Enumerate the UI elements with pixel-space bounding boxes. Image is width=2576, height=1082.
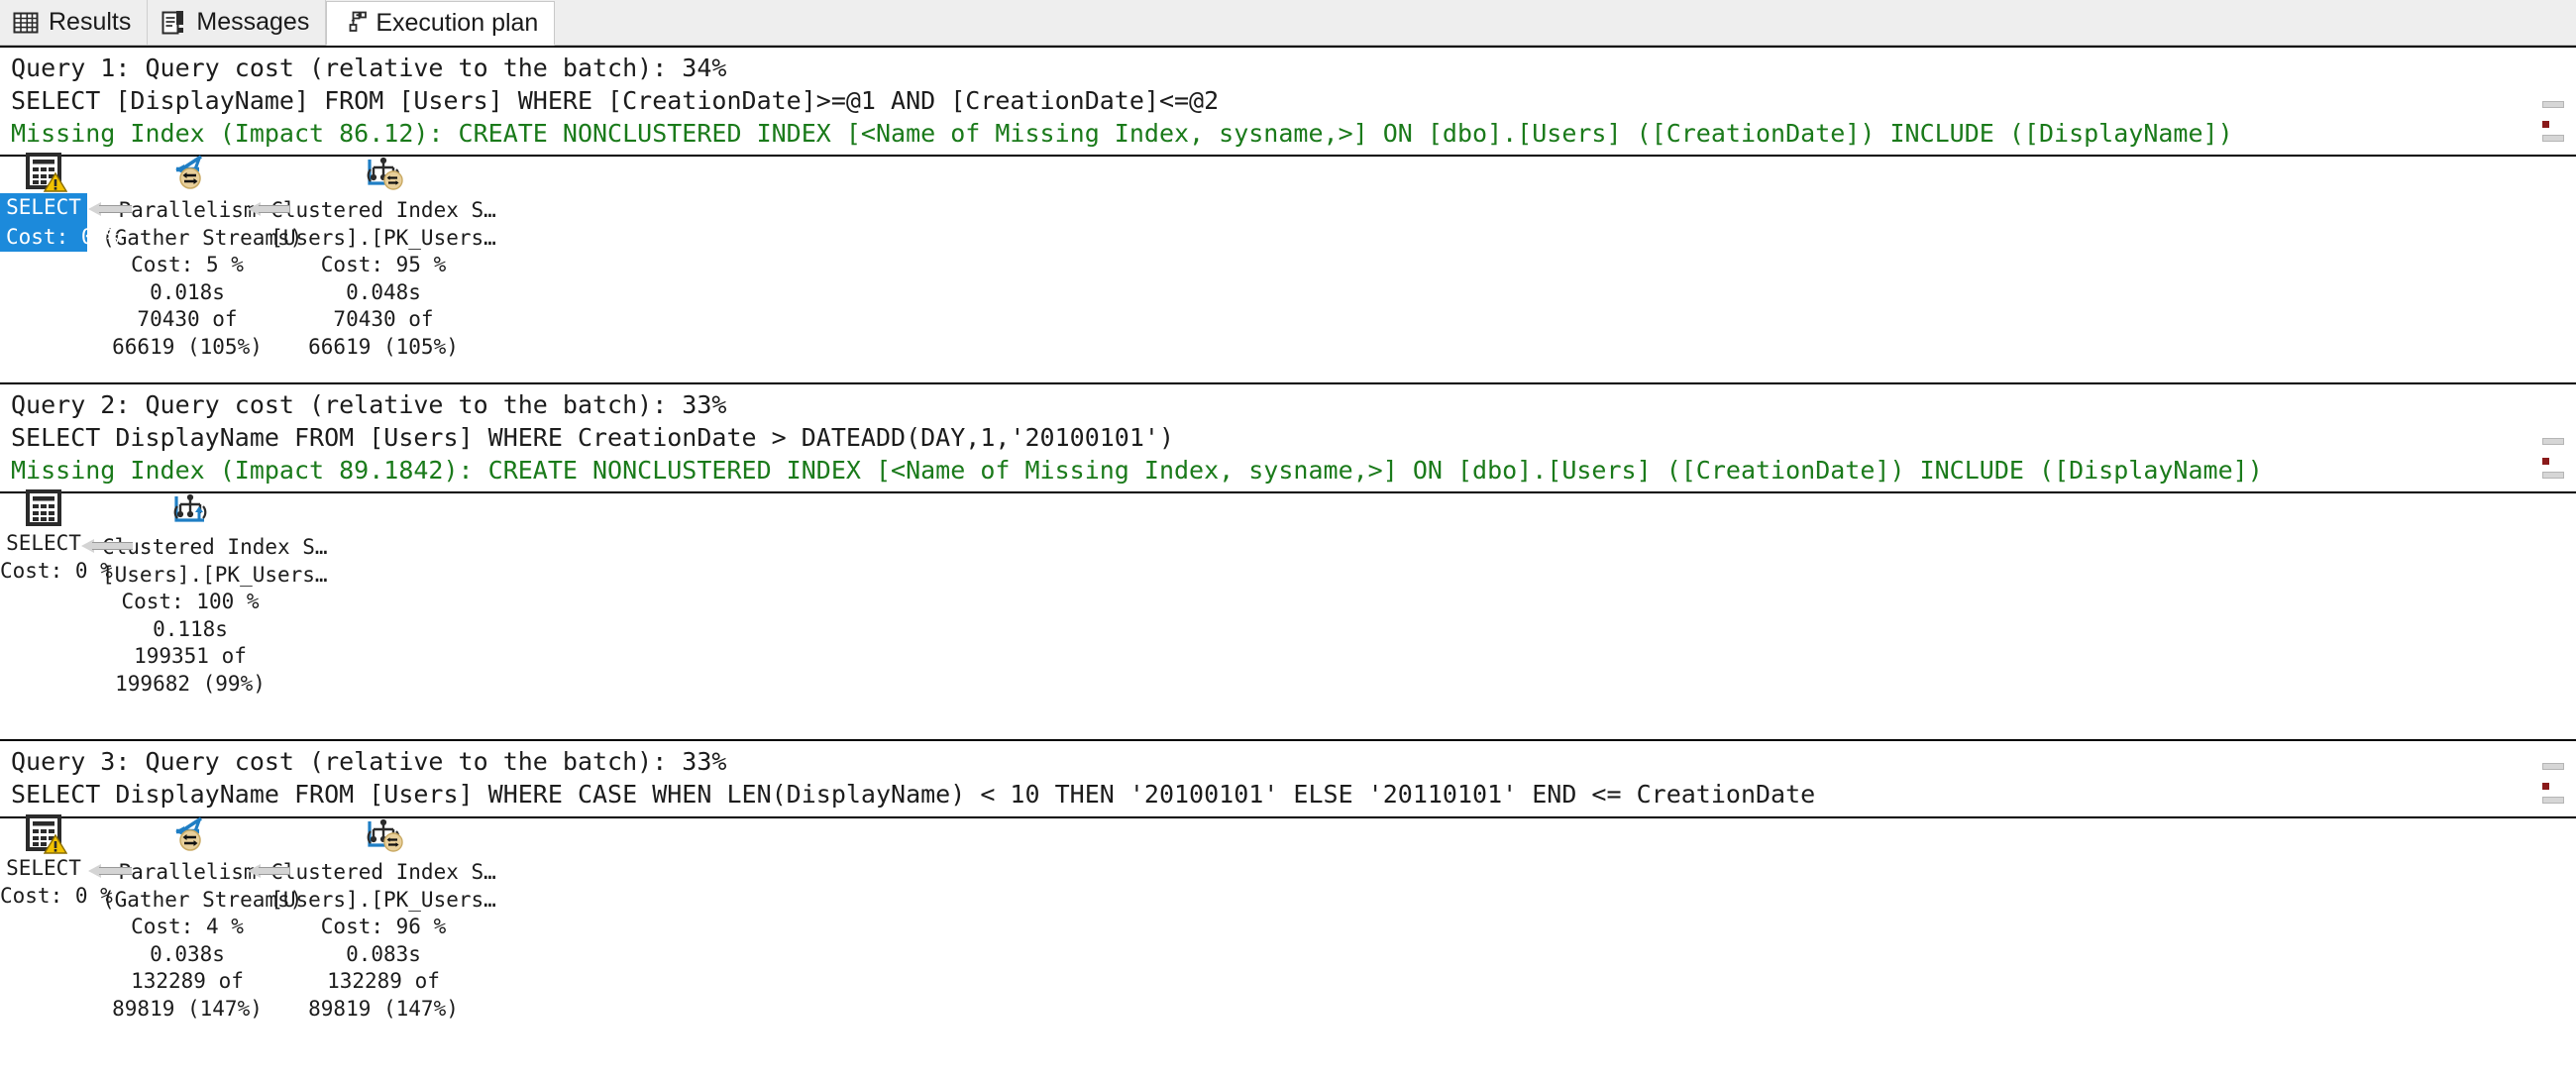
query-3-sql: SELECT DisplayName FROM [Users] WHERE CA… (11, 780, 1816, 809)
clustered-index-scan-rows-actual: 199351 of (134, 644, 247, 668)
clustered-index-scan-duration: 0.048s (346, 279, 421, 304)
parallelism-rows-actual: 132289 of (131, 969, 244, 993)
query-1-header: Query 1: Query cost (relative to the bat… (11, 54, 727, 82)
clustered-index-scan-cost: Cost: 96 % (320, 915, 447, 938)
clustered-index-scan-rows-actual: 70430 of (333, 307, 434, 331)
parallelism-cost: Cost: 4 % (131, 915, 244, 938)
select-label: SELECT (6, 856, 81, 880)
clustered-index-scan-parallel-icon (269, 812, 497, 859)
clustered-index-scan-rows-estimated: 199682 (99%) (115, 671, 266, 696)
clustered-index-scan-parallel-icon (269, 150, 497, 197)
truncation-mark (2542, 438, 2564, 445)
truncation-mark-error (2542, 458, 2549, 465)
tab-results[interactable]: Results (0, 0, 149, 45)
query-separator-top (0, 46, 2576, 48)
execution-plan-icon (339, 10, 368, 38)
query-3-plan-diagram: Clustered Index S… [Users].[PK_Users… Co… (0, 814, 2576, 1074)
result-grid-icon (22, 812, 67, 855)
truncation-mark (2542, 101, 2564, 108)
parallelism-line-2: (Gather Streams) (102, 887, 303, 912)
clustered-index-scan-line-2: [Users].[PK_Users… (270, 887, 496, 912)
clustered-index-scan-cost: Cost: 95 % (320, 253, 447, 276)
parallelism-rows-actual: 70430 of (137, 307, 238, 331)
parallelism-duration: 0.038s (150, 941, 225, 966)
truncation-mark (2542, 135, 2564, 142)
warning-icon (44, 171, 67, 192)
clustered-index-scan-cost: Cost: 100 % (121, 590, 260, 613)
truncation-mark-error (2542, 121, 2549, 128)
tab-messages[interactable]: Messages (148, 0, 327, 45)
query-1-plan-diagram: Clustered Index S… [Users].[PK_Users… Co… (0, 153, 2576, 412)
parallelism-gather-streams-icon (102, 150, 272, 197)
clustered-index-scan-rows-estimated: 89819 (147%) (308, 996, 459, 1021)
parallelism-rows-estimated: 66619 (105%) (112, 334, 263, 359)
clustered-index-scan-icon (102, 487, 278, 534)
clustered-index-scan-line-2: [Users].[PK_Users… (102, 562, 328, 587)
truncation-mark (2542, 472, 2564, 479)
query-2-plan-diagram: Clustered Index S… [Users].[PK_Users… Co… (0, 489, 2576, 749)
parallelism-gather-streams-icon (102, 812, 272, 859)
clustered-index-scan-node[interactable]: Clustered Index S… [Users].[PK_Users… Co… (269, 812, 497, 1023)
data-flow-arrow (88, 864, 132, 878)
query-2-missing-index: Missing Index (Impact 89.1842): CREATE N… (11, 456, 2263, 485)
tab-execution-plan-label: Execution plan (376, 9, 539, 37)
clustered-index-scan-line-1: Clustered Index S… (270, 860, 496, 884)
clustered-index-scan-rows-estimated: 66619 (105%) (308, 334, 459, 359)
data-flow-arrow (248, 202, 289, 216)
query-1-missing-index: Missing Index (Impact 86.12): CREATE NON… (11, 119, 2233, 148)
select-label: SELECT (0, 193, 87, 223)
tab-execution-plan[interactable]: Execution plan (326, 1, 556, 46)
parallelism-node[interactable]: Parallelism (Gather Streams) Cost: 4 % 0… (102, 812, 303, 1023)
clustered-index-scan-line-1: Clustered Index S… (270, 198, 496, 222)
parallelism-cost: Cost: 5 % (131, 253, 244, 276)
warning-icon (44, 833, 67, 854)
data-flow-arrow (88, 202, 132, 216)
tab-messages-label: Messages (196, 8, 310, 36)
select-cost: Cost: 0 % (0, 558, 113, 583)
select-node[interactable]: SELECT Cost: 0 % (0, 487, 113, 585)
execution-plan-window: Results Messages Execution plan Query 1:… (0, 0, 2576, 1082)
parallelism-line-2: (Gather Streams) (102, 225, 303, 250)
query-3-header: Query 3: Query cost (relative to the bat… (11, 747, 727, 776)
query-1-sql: SELECT [DisplayName] FROM [Users] WHERE … (11, 86, 1220, 115)
query-separator-top (0, 739, 2576, 741)
select-cost: Cost: 0 % (0, 222, 119, 252)
select-node[interactable]: SELECT Cost: 0 % (0, 150, 119, 252)
truncation-mark-error (2542, 783, 2549, 790)
clustered-index-scan-node[interactable]: Clustered Index S… [Users].[PK_Users… Co… (102, 487, 328, 698)
query-2-header: Query 2: Query cost (relative to the bat… (11, 390, 727, 419)
truncation-mark (2542, 763, 2564, 770)
clustered-index-scan-node[interactable]: Clustered Index S… [Users].[PK_Users… Co… (269, 150, 497, 361)
tab-results-label: Results (49, 8, 132, 36)
select-label: SELECT (6, 531, 81, 555)
parallelism-duration: 0.018s (150, 279, 225, 304)
results-pane-tabstrip: Results Messages Execution plan (0, 0, 2576, 46)
query-2-sql: SELECT DisplayName FROM [Users] WHERE Cr… (11, 423, 1174, 452)
result-grid-icon (22, 150, 67, 193)
grid-icon (12, 9, 40, 37)
result-grid-icon (22, 487, 65, 530)
parallelism-rows-estimated: 89819 (147%) (112, 996, 263, 1021)
data-flow-arrow (248, 864, 289, 878)
query-separator-top (0, 382, 2576, 384)
truncation-mark (2542, 797, 2564, 804)
clustered-index-scan-line-2: [Users].[PK_Users… (270, 225, 496, 250)
clustered-index-scan-duration: 0.118s (153, 616, 228, 641)
message-list-icon (160, 9, 187, 37)
select-cost: Cost: 0 % (0, 883, 113, 908)
parallelism-node[interactable]: Parallelism (Gather Streams) Cost: 5 % 0… (102, 150, 303, 361)
select-node[interactable]: SELECT Cost: 0 % (0, 812, 113, 910)
data-flow-arrow (81, 539, 133, 553)
clustered-index-scan-duration: 0.083s (346, 941, 421, 966)
clustered-index-scan-rows-actual: 132289 of (327, 969, 440, 993)
